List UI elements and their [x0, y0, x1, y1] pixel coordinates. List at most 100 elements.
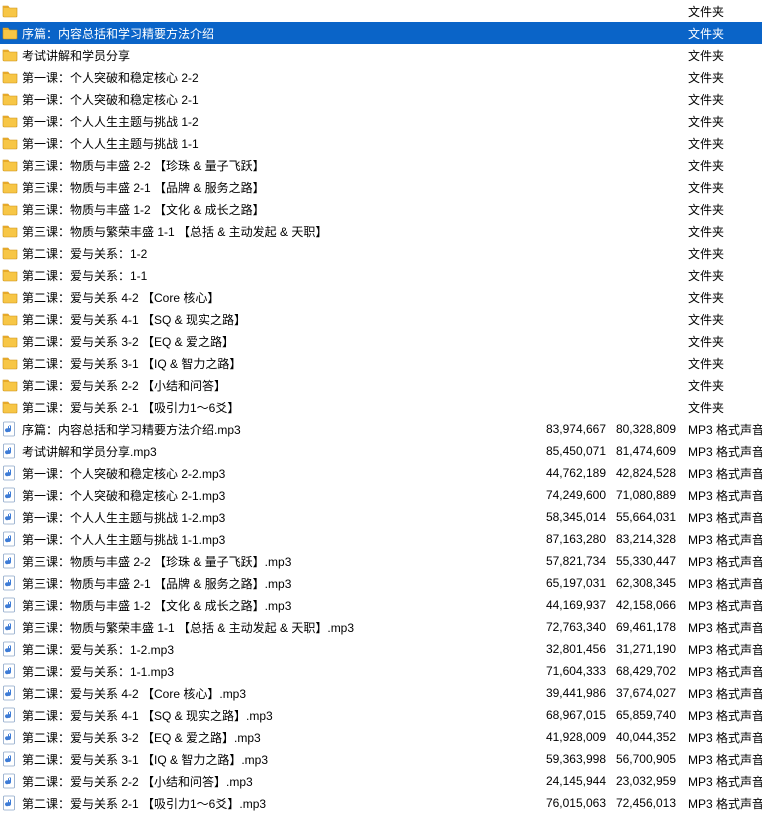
col-type: 文件夹	[682, 333, 760, 350]
col-name: 第一课：个人人生主题与挑战 1-2.mp3	[2, 509, 542, 526]
audio-file-icon	[2, 751, 18, 767]
col-size: 87,163,280	[542, 532, 612, 546]
file-row[interactable]: 第三课：物质与繁荣丰盛 1-1 【总括 & 主动发起 & 天职】文件夹	[0, 220, 762, 242]
col-packed-size: 62,308,345	[612, 576, 682, 590]
file-row[interactable]: 第二课：爱与关系 3-1 【IQ & 智力之路】 文件夹	[0, 352, 762, 374]
folder-icon	[2, 267, 18, 283]
col-type: MP3 格式声音	[682, 641, 762, 658]
file-row[interactable]: 第二课：爱与关系：1-2.mp332,801,45631,271,190MP3 …	[0, 638, 762, 660]
col-name: 第二课：爱与关系 2-1 【吸引力1～6爻】	[2, 399, 542, 416]
file-row[interactable]: 考试讲解和学员分享.mp385,450,07181,474,609MP3 格式声…	[0, 440, 762, 462]
audio-file-icon	[2, 619, 18, 635]
col-name	[2, 3, 542, 19]
file-row[interactable]: 考试讲解和学员分享文件夹	[0, 44, 762, 66]
audio-file-icon	[2, 795, 18, 811]
col-name: 第一课：个人突破和稳定核心 2-1.mp3	[2, 487, 542, 504]
audio-file-icon	[2, 663, 18, 679]
col-type: 文件夹	[682, 311, 760, 328]
file-name: 第二课：爱与关系：1-2.mp3	[22, 641, 174, 658]
file-row[interactable]: 第二课：爱与关系 2-1 【吸引力1～6爻】文件夹	[0, 396, 762, 418]
folder-icon	[2, 289, 18, 305]
col-size: 39,441,986	[542, 686, 612, 700]
audio-file-icon	[2, 531, 18, 547]
file-row[interactable]: 第一课：个人人生主题与挑战 1-1文件夹	[0, 132, 762, 154]
file-name: 第二课：爱与关系 4-2 【Core 核心】.mp3	[22, 685, 246, 702]
file-row[interactable]: 第二课：爱与关系 4-1 【SQ & 现实之路】文件夹	[0, 308, 762, 330]
file-name: 第二课：爱与关系 4-1 【SQ & 现实之路】.mp3	[22, 707, 273, 724]
audio-file-icon	[2, 421, 18, 437]
file-row[interactable]: 第一课：个人突破和稳定核心 2-2文件夹	[0, 66, 762, 88]
audio-file-icon	[2, 575, 18, 591]
file-name: 第二课：爱与关系 2-2 【小结和问答】.mp3	[22, 773, 253, 790]
file-name: 第二课：爱与关系：1-1.mp3	[22, 663, 174, 680]
col-type: MP3 格式声音	[682, 751, 762, 768]
col-name: 第三课：物质与繁荣丰盛 1-1 【总括 & 主动发起 & 天职】	[2, 223, 542, 240]
col-name: 第二课：爱与关系 3-1 【IQ & 智力之路】.mp3	[2, 751, 542, 768]
file-row[interactable]: 序篇：内容总括和学习精要方法介绍.mp383,974,66780,328,809…	[0, 418, 762, 440]
file-row[interactable]: 文件夹	[0, 0, 762, 22]
col-name: 第二课：爱与关系：1-1.mp3	[2, 663, 542, 680]
file-name: 第二课：爱与关系 3-1 【IQ & 智力之路】	[22, 355, 241, 372]
col-name: 第二课：爱与关系 2-1 【吸引力1～6爻】.mp3	[2, 795, 542, 812]
col-type: MP3 格式声音	[682, 465, 762, 482]
file-row[interactable]: 第二课：爱与关系 3-1 【IQ & 智力之路】.mp359,363,99856…	[0, 748, 762, 770]
col-packed-size: 80,328,809	[612, 422, 682, 436]
file-row[interactable]: 第二课：爱与关系：1-1.mp371,604,33368,429,702MP3 …	[0, 660, 762, 682]
col-name: 第二课：爱与关系 3-2 【EQ & 爱之路】	[2, 333, 542, 350]
file-row[interactable]: 第二课：爱与关系 2-2 【小结和问答】文件夹	[0, 374, 762, 396]
file-row[interactable]: 第二课：爱与关系 4-2 【Core 核心】.mp339,441,98637,6…	[0, 682, 762, 704]
col-type: MP3 格式声音	[682, 795, 762, 812]
folder-icon	[2, 3, 18, 19]
file-row[interactable]: 第一课：个人突破和稳定核心 2-1文件夹	[0, 88, 762, 110]
col-name: 考试讲解和学员分享	[2, 47, 542, 64]
file-name: 第一课：个人人生主题与挑战 1-1.mp3	[22, 531, 225, 548]
col-name: 第三课：物质与丰盛 2-1 【品牌 & 服务之路】.mp3	[2, 575, 542, 592]
file-row[interactable]: 第一课：个人人生主题与挑战 1-2文件夹	[0, 110, 762, 132]
file-row[interactable]: 序篇：内容总括和学习精要方法介绍文件夹	[0, 22, 762, 44]
file-row[interactable]: 第二课：爱与关系：1-1 文件夹	[0, 264, 762, 286]
file-row[interactable]: 第三课：物质与丰盛 1-2 【文化 & 成长之路】.mp344,169,9374…	[0, 594, 762, 616]
file-row[interactable]: 第二课：爱与关系 4-2 【Core 核心】文件夹	[0, 286, 762, 308]
file-row[interactable]: 第一课：个人人生主题与挑战 1-2.mp358,345,01455,664,03…	[0, 506, 762, 528]
col-type: 文件夹	[682, 3, 760, 20]
col-name: 第二课：爱与关系 2-2 【小结和问答】.mp3	[2, 773, 542, 790]
folder-icon	[2, 201, 18, 217]
col-name: 第三课：物质与丰盛 1-2 【文化 & 成长之路】.mp3	[2, 597, 542, 614]
col-type: MP3 格式声音	[682, 685, 762, 702]
file-row[interactable]: 第二课：爱与关系 4-1 【SQ & 现实之路】.mp368,967,01565…	[0, 704, 762, 726]
file-name: 第二课：爱与关系：1-1	[22, 267, 147, 284]
file-row[interactable]: 第三课：物质与丰盛 2-2 【珍珠 & 量子飞跃】文件夹	[0, 154, 762, 176]
col-name: 第一课：个人突破和稳定核心 2-1	[2, 91, 542, 108]
col-type: 文件夹	[682, 355, 760, 372]
file-name: 考试讲解和学员分享.mp3	[22, 443, 157, 460]
file-row[interactable]: 第三课：物质与丰盛 2-2 【珍珠 & 量子飞跃】.mp357,821,7345…	[0, 550, 762, 572]
col-type: 文件夹	[682, 267, 760, 284]
file-row[interactable]: 第三课：物质与丰盛 2-1 【品牌 & 服务之路】文件夹	[0, 176, 762, 198]
file-row[interactable]: 第三课：物质与丰盛 2-1 【品牌 & 服务之路】.mp365,197,0316…	[0, 572, 762, 594]
file-row[interactable]: 第二课：爱与关系：1-2文件夹	[0, 242, 762, 264]
file-name: 第三课：物质与丰盛 1-2 【文化 & 成长之路】.mp3	[22, 597, 291, 614]
file-row[interactable]: 第二课：爱与关系 2-2 【小结和问答】.mp324,145,94423,032…	[0, 770, 762, 792]
col-size: 59,363,998	[542, 752, 612, 766]
file-row[interactable]: 第三课：物质与繁荣丰盛 1-1 【总括 & 主动发起 & 天职】.mp372,7…	[0, 616, 762, 638]
col-packed-size: 55,330,447	[612, 554, 682, 568]
file-row[interactable]: 第一课：个人突破和稳定核心 2-1.mp374,249,60071,080,88…	[0, 484, 762, 506]
col-size: 65,197,031	[542, 576, 612, 590]
col-size: 72,763,340	[542, 620, 612, 634]
col-name: 第三课：物质与丰盛 1-2 【文化 & 成长之路】	[2, 201, 542, 218]
file-name: 第二课：爱与关系 3-2 【EQ & 爱之路】.mp3	[22, 729, 261, 746]
col-type: 文件夹	[682, 179, 760, 196]
file-row[interactable]: 第二课：爱与关系 3-2 【EQ & 爱之路】 文件夹	[0, 330, 762, 352]
file-name: 第二课：爱与关系 2-2 【小结和问答】	[22, 377, 226, 394]
file-row[interactable]: 第一课：个人人生主题与挑战 1-1.mp387,163,28083,214,32…	[0, 528, 762, 550]
file-name: 第一课：个人突破和稳定核心 2-2.mp3	[22, 465, 225, 482]
file-row[interactable]: 第三课：物质与丰盛 1-2 【文化 & 成长之路】文件夹	[0, 198, 762, 220]
file-name: 第一课：个人人生主题与挑战 1-2.mp3	[22, 509, 225, 526]
folder-icon	[2, 333, 18, 349]
file-row[interactable]: 第一课：个人突破和稳定核心 2-2.mp344,762,18942,824,52…	[0, 462, 762, 484]
file-row[interactable]: 第二课：爱与关系 2-1 【吸引力1～6爻】.mp376,015,06372,4…	[0, 792, 762, 814]
file-name: 第一课：个人突破和稳定核心 2-2	[22, 69, 199, 86]
file-name: 考试讲解和学员分享	[22, 47, 130, 64]
file-list: 文件夹序篇：内容总括和学习精要方法介绍文件夹考试讲解和学员分享文件夹第一课：个人…	[0, 0, 762, 814]
file-row[interactable]: 第二课：爱与关系 3-2 【EQ & 爱之路】.mp341,928,00940,…	[0, 726, 762, 748]
